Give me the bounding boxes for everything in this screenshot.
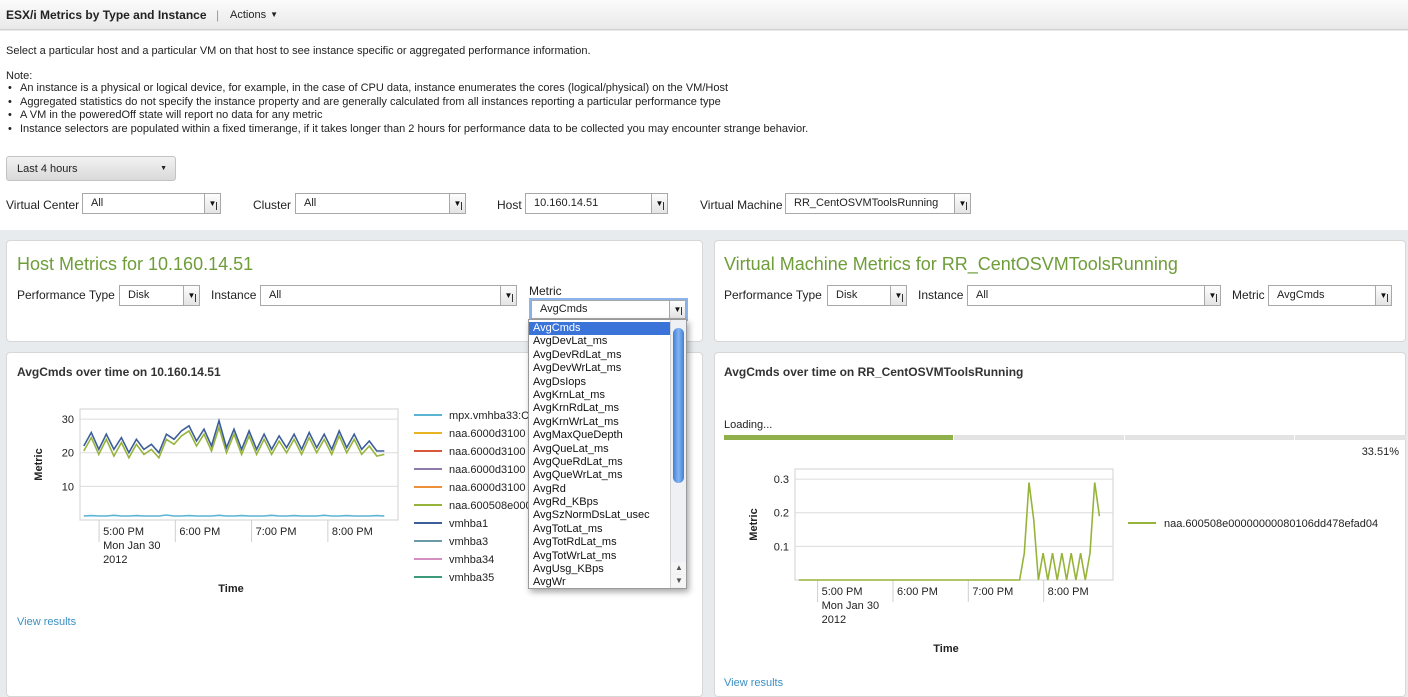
metric-option[interactable]: AvgKrnRdLat_ms bbox=[529, 402, 671, 415]
vm-y-tick-label: 0.2 bbox=[774, 508, 789, 520]
vm-y-tick-label: 0.3 bbox=[774, 474, 789, 486]
metric-option[interactable]: AvgRd bbox=[529, 483, 671, 496]
dropdown-scrollbar-thumb[interactable] bbox=[673, 328, 684, 483]
scroll-up-arrow-icon[interactable]: ▲ bbox=[671, 562, 686, 574]
metric-option[interactable]: AvgMaxQueDepth bbox=[529, 429, 671, 442]
metric-dropdown-list[interactable]: AvgCmds AvgDevLat_ms AvgDevRdLat_ms AvgDevW… bbox=[528, 319, 687, 589]
vm-x-axis-label: Time bbox=[933, 643, 958, 655]
legend-label: naa.600508e00000000080106dd478efad04 bbox=[1164, 518, 1378, 530]
dropdown-scrollbar[interactable]: ▲ ▼ bbox=[670, 320, 686, 588]
metric-option[interactable]: AvgRd_KBps bbox=[529, 496, 671, 509]
metric-option[interactable]: AvgDevWrLat_ms bbox=[529, 362, 671, 375]
vm-y-tick-label: 0.1 bbox=[774, 541, 789, 553]
metric-option[interactable]: AvgCmds bbox=[529, 322, 671, 336]
metric-option[interactable]: AvgQueLat_ms bbox=[529, 443, 671, 456]
metric-option[interactable]: AvgDevRdLat_ms bbox=[529, 349, 671, 362]
metric-option[interactable]: AvgDsIops bbox=[529, 376, 671, 389]
vm-x-tick-label: 6:00 PM bbox=[897, 586, 938, 598]
metric-option[interactable]: AvgTotLat_ms bbox=[529, 523, 671, 536]
metric-option[interactable]: AvgDevLat_ms bbox=[529, 335, 671, 348]
vm-chart-legend: naa.600508e00000000080106dd478efad04 bbox=[1128, 518, 1378, 530]
scroll-down-arrow-icon[interactable]: ▼ bbox=[671, 575, 686, 587]
metric-option[interactable]: AvgTotWrLat_ms bbox=[529, 550, 671, 563]
metric-option[interactable]: AvgTotRdLat_ms bbox=[529, 536, 671, 549]
metric-option[interactable]: AvgUsg_KBps bbox=[529, 563, 671, 576]
vm-line-chart: 0.1 0.2 0.3 5:00 PM 6:00 PM 7:00 PM 8:00 PM Mon… bbox=[748, 468, 1378, 655]
vm-y-axis-label: Metric bbox=[748, 508, 760, 540]
metric-option[interactable]: AvgQueRdLat_ms bbox=[529, 456, 671, 469]
metric-option[interactable]: AvgQueWrLat_ms bbox=[529, 469, 671, 482]
metric-option[interactable]: AvgKrnWrLat_ms bbox=[529, 416, 671, 429]
metric-option[interactable]: AvgSzNormDsLat_usec bbox=[529, 509, 671, 522]
vm-x-tick-label: 8:00 PM bbox=[1048, 586, 1089, 598]
vm-x-tick-sublabel: 2012 bbox=[822, 614, 846, 626]
vm-x-tick-sublabel: Mon Jan 30 bbox=[822, 600, 879, 612]
metric-option[interactable]: AvgKrnLat_ms bbox=[529, 389, 671, 402]
vm-x-tick-label: 7:00 PM bbox=[972, 586, 1013, 598]
vm-x-tick-label: 5:00 PM bbox=[822, 586, 863, 598]
vm-plot-area bbox=[794, 468, 1114, 581]
metric-option[interactable]: AvgWr bbox=[529, 576, 671, 588]
